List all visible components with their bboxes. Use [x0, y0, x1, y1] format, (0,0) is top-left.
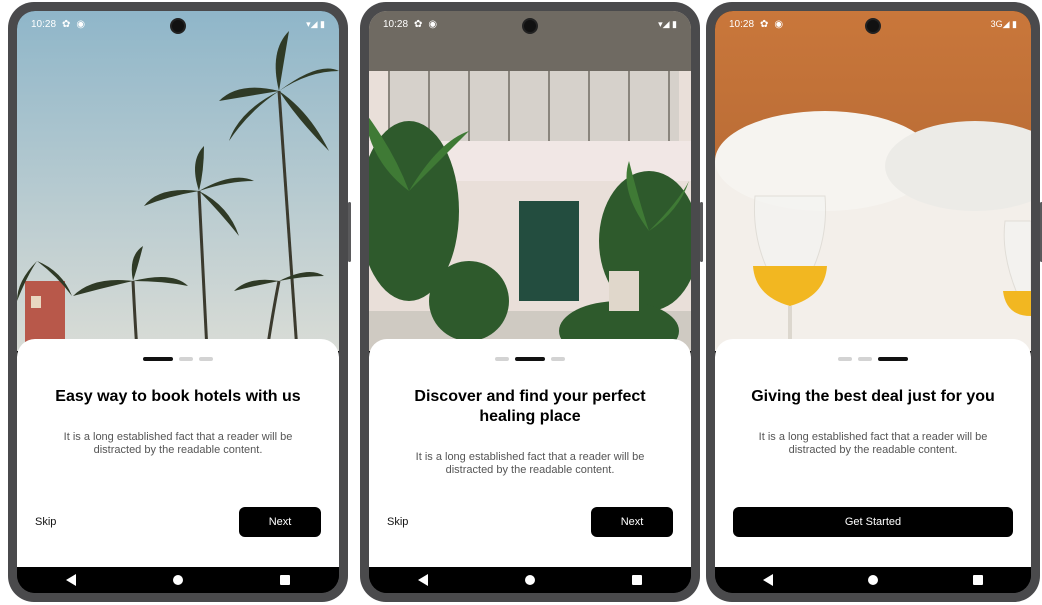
onboarding-description: It is a long established fact that a rea…	[758, 431, 988, 456]
action-row: Skip Next	[35, 507, 321, 537]
settings-icon: ✿	[760, 18, 769, 30]
onboarding-card: Giving the best deal just for you It is …	[715, 339, 1031, 571]
screen-1: 10:28 ✿ ◉ ▾◢ ▮ Easy way to book hotels w…	[17, 11, 339, 593]
get-started-button[interactable]: Get Started	[733, 507, 1013, 537]
next-button[interactable]: Next	[239, 507, 321, 537]
status-time: 10:28	[729, 18, 755, 30]
camera-notch	[865, 18, 881, 34]
status-icons: 3G◢ ▮	[990, 18, 1017, 29]
onboarding-description: It is a long established fact that a rea…	[63, 431, 293, 456]
page-dot-2	[179, 357, 193, 361]
page-dot-3	[551, 357, 565, 361]
onboarding-card: Easy way to book hotels with us It is a …	[17, 339, 339, 571]
page-dot-2	[858, 357, 872, 361]
action-row: Get Started	[733, 507, 1013, 537]
onboarding-card: Discover and find your perfect healing p…	[369, 339, 691, 571]
onboarding-title: Discover and find your perfect healing p…	[414, 388, 646, 425]
camera-notch	[522, 18, 538, 34]
system-nav-bar	[17, 567, 339, 593]
status-icons: ▾◢ ▮	[306, 18, 325, 29]
page-dot-1	[495, 357, 509, 361]
back-icon[interactable]	[762, 574, 773, 586]
status-time: 10:28	[383, 18, 409, 30]
skip-button[interactable]: Skip	[387, 516, 408, 528]
recent-apps-icon[interactable]	[632, 575, 643, 585]
home-icon[interactable]	[172, 575, 183, 585]
onboarding-title: Giving the best deal just for you	[751, 388, 995, 405]
back-icon[interactable]	[417, 574, 428, 586]
screen-2: 10:28 ✿ ◉ ▾◢ ▮ Discover and find your pe…	[369, 11, 691, 593]
hero-image-indoor-garden	[369, 11, 691, 361]
back-icon[interactable]	[65, 574, 76, 586]
hero-image-wine-glasses	[715, 11, 1031, 351]
skip-button[interactable]: Skip	[35, 516, 56, 528]
phone-frame-2: 10:28 ✿ ◉ ▾◢ ▮ Discover and find your pe…	[360, 2, 703, 602]
status-time: 10:28	[31, 18, 57, 30]
phone-frame-1: 10:28 ✿ ◉ ▾◢ ▮ Easy way to book hotels w…	[8, 2, 351, 602]
page-dot-1	[838, 357, 852, 361]
page-dot-3	[199, 357, 213, 361]
onboarding-showcase: 10:28 ✿ ◉ ▾◢ ▮ Easy way to book hotels w…	[0, 0, 1042, 605]
system-nav-bar	[715, 567, 1031, 593]
hero-image-palm-trees	[17, 11, 339, 352]
page-indicator	[733, 357, 1013, 361]
settings-icon: ✿	[62, 18, 71, 30]
home-icon[interactable]	[524, 575, 535, 585]
page-dot-3	[878, 357, 908, 361]
status-icons: ▾◢ ▮	[658, 18, 677, 29]
page-indicator	[387, 357, 673, 361]
settings-icon: ✿	[414, 18, 423, 30]
phone-frame-3: 10:28 ✿ ◉ 3G◢ ▮ Giving the best deal jus…	[706, 2, 1042, 602]
notification-icon: ◉	[76, 18, 86, 30]
screen-3: 10:28 ✿ ◉ 3G◢ ▮ Giving the best deal jus…	[715, 11, 1031, 593]
notification-icon: ◉	[428, 18, 438, 30]
system-nav-bar	[369, 567, 691, 593]
recent-apps-icon[interactable]	[973, 575, 984, 585]
next-button[interactable]: Next	[591, 507, 673, 537]
page-indicator	[35, 357, 321, 361]
onboarding-title: Easy way to book hotels with us	[55, 388, 301, 405]
onboarding-description: It is a long established fact that a rea…	[415, 451, 645, 476]
action-row: Skip Next	[387, 507, 673, 537]
notification-icon: ◉	[774, 18, 784, 30]
recent-apps-icon[interactable]	[280, 575, 291, 585]
camera-notch	[170, 18, 186, 34]
page-dot-1	[143, 357, 173, 361]
home-icon[interactable]	[867, 575, 878, 585]
page-dot-2	[515, 357, 545, 361]
